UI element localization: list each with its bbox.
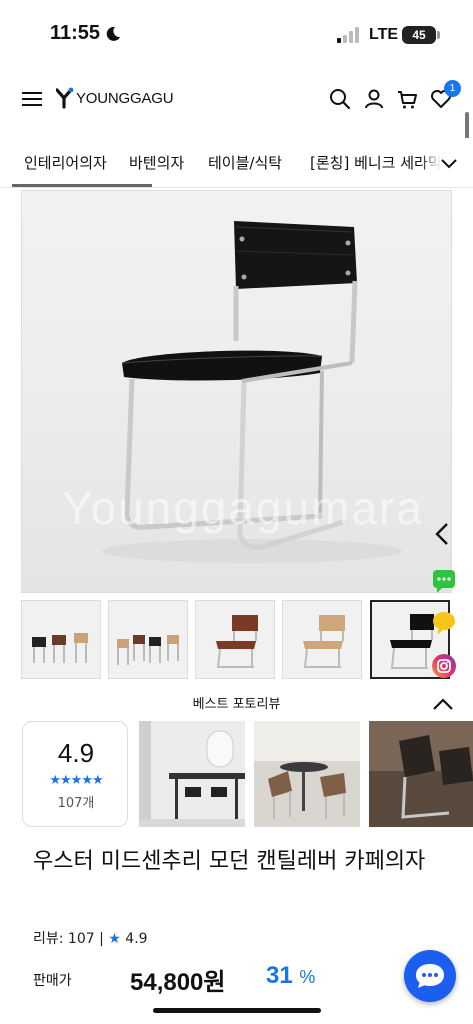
tab-table[interactable]: 테이블/식탁 [208,152,282,173]
review-photo-1[interactable] [139,721,245,827]
battery-tip [437,31,440,39]
rating-stars: ★★★★★ [49,773,103,788]
review-photo-2[interactable] [254,721,360,827]
battery-indicator: 45 [402,26,436,44]
thumbnail-strip [21,600,452,680]
review-photo-3[interactable] [369,721,473,827]
active-tab-underline [12,184,152,187]
tab-interior-chair[interactable]: 인테리어의자 [24,152,107,173]
chevron-up-icon[interactable] [432,697,454,711]
chat-note-icon[interactable] [431,610,457,636]
thumbnail-4[interactable] [282,600,362,679]
chevron-down-icon[interactable] [440,156,458,170]
best-photo-review-title: 베스트 포토리뷰 [192,697,281,712]
signal-icon [337,27,359,43]
discount-unit: % [299,967,316,987]
review-label: 리뷰: 107 | [33,931,104,947]
status-bar: 11:55 LTE 45 [0,0,473,70]
chat-bubble-icon [416,964,444,988]
image-watermark: Younggagumara [62,482,424,534]
discount-rate: 31 % [266,962,315,990]
moon-icon [106,26,120,41]
product-title: 우스터 미드센추리 모던 캔틸레버 카페의자 [33,849,426,874]
search-icon[interactable] [329,88,351,110]
thumbnail-2[interactable] [108,600,188,679]
network-label: LTE [369,26,399,43]
product-price: 54,800원 [130,969,226,996]
thumbnail-3[interactable] [195,600,275,679]
instagram-icon[interactable] [431,653,457,679]
status-time: 11:55 [50,22,101,44]
cart-icon[interactable] [396,88,418,110]
home-indicator[interactable] [153,1008,321,1013]
category-tabs: 인테리어의자 바텐의자 테이블/식탁 [론칭] 베니크 세라믹 [0,138,473,188]
product-review-summary[interactable]: 리뷰: 107 | ★ 4.9 [33,928,148,948]
review-count: 107개 [57,796,95,811]
talk-icon[interactable] [431,568,457,594]
logo-icon[interactable] [56,87,74,109]
price-label: 판매가 [33,973,72,989]
product-main-image[interactable]: Younggagumara [21,190,452,593]
chevron-left-icon[interactable] [434,522,450,546]
logo-text[interactable]: YOUNGGAGU [76,90,174,107]
thumbnail-1[interactable] [21,600,101,679]
chat-button[interactable] [404,950,456,1002]
user-icon[interactable] [363,88,385,110]
star-icon: ★ [108,931,121,947]
site-header: YOUNGGAGU [0,70,473,130]
tab-bar-chair[interactable]: 바텐의자 [129,152,184,173]
wishlist-count-badge: 1 [444,80,461,97]
menu-icon[interactable] [22,91,42,107]
review-rating: 4.9 [125,931,148,947]
rating-summary[interactable]: 4.9 ★★★★★ 107개 [22,721,128,827]
discount-value: 31 [266,962,293,989]
rating-value: 4.9 [57,738,95,768]
